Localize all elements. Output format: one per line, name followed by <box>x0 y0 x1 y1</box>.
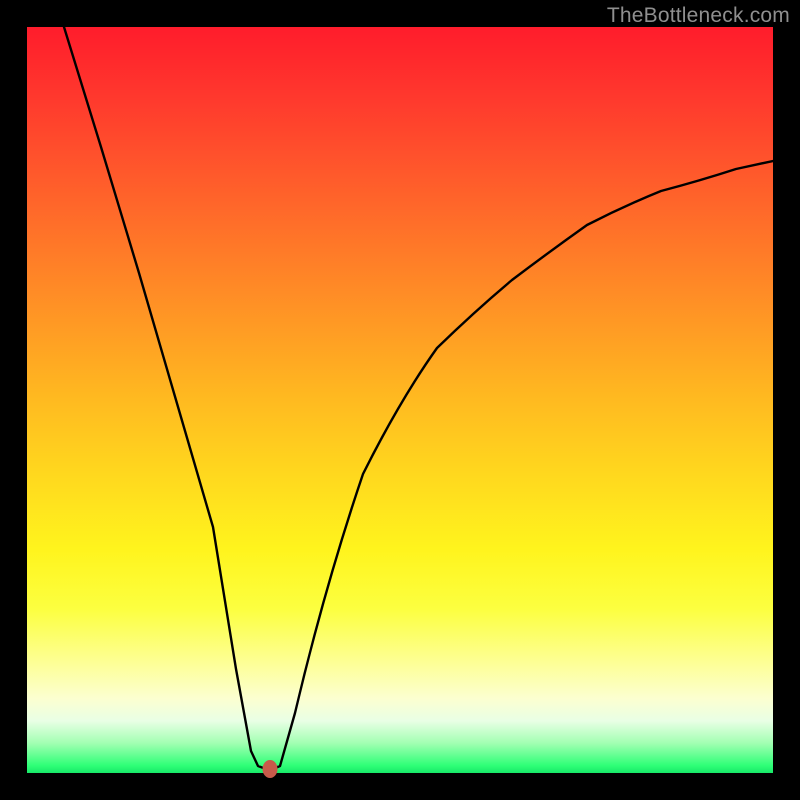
optimum-marker <box>263 760 278 778</box>
bottleneck-curve <box>27 27 773 773</box>
plot-area <box>27 27 773 773</box>
watermark: TheBottleneck.com <box>607 4 790 28</box>
curve-path <box>64 27 773 769</box>
chart-frame: TheBottleneck.com <box>0 0 800 800</box>
